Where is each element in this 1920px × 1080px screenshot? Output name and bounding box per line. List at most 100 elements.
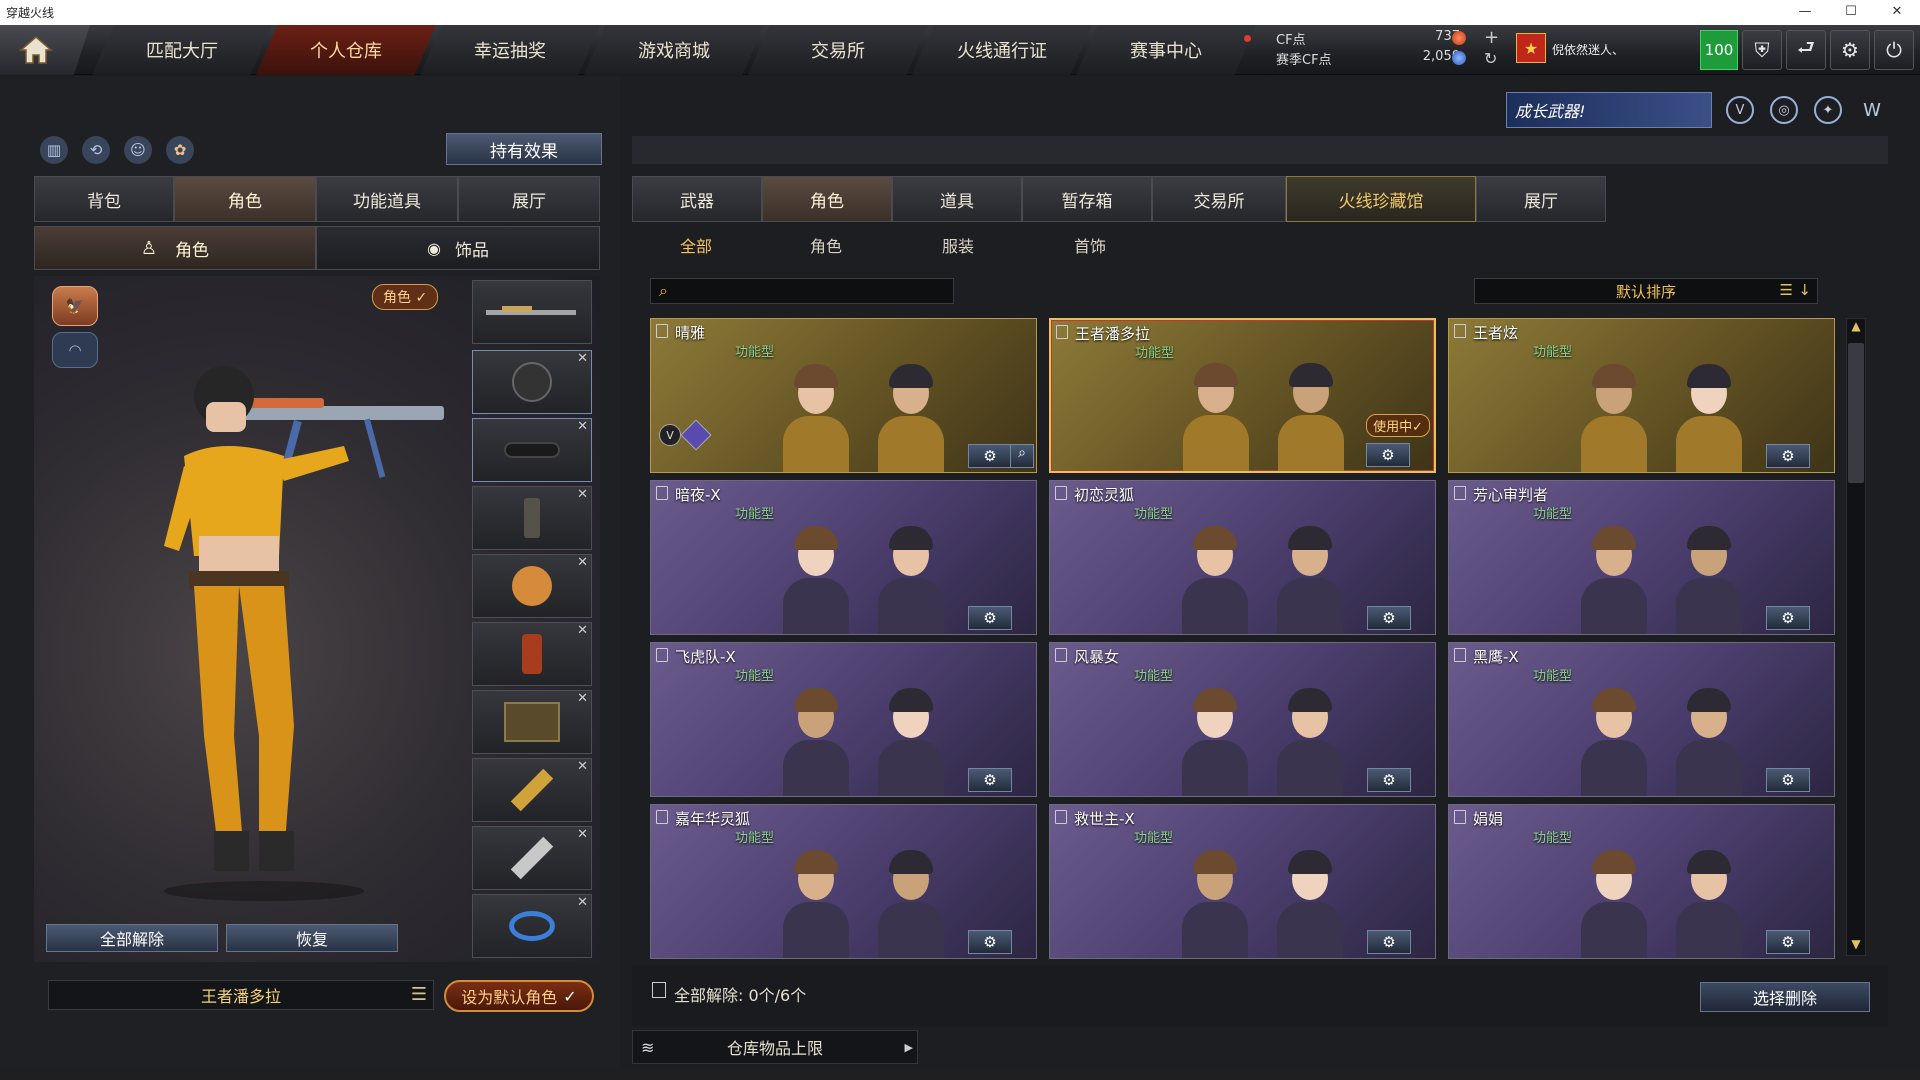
character-card[interactable]: 初恋灵狐 功能型 ⚙ (1049, 480, 1436, 635)
bookmark-icon[interactable] (656, 324, 668, 338)
faction-mask-icon[interactable]: ◠ (52, 332, 98, 368)
add-cf-icon[interactable]: + (1484, 27, 1499, 48)
tab-personal-storage[interactable]: 个人仓库 (256, 25, 436, 75)
bookmark-icon[interactable] (656, 486, 668, 500)
shield-icon[interactable]: ⛨ (1742, 30, 1782, 70)
customize-button[interactable]: ⚙ (1766, 606, 1810, 630)
close-icon[interactable]: ✕ (1874, 0, 1920, 25)
slot-primary-weapon[interactable] (472, 280, 592, 344)
w-logo-icon[interactable]: W (1858, 96, 1886, 124)
filter-outfit[interactable]: 服装 (908, 228, 1008, 262)
character-icon[interactable]: ☺ (124, 136, 152, 164)
customize-button[interactable]: ⚙ (968, 768, 1012, 792)
search-box[interactable]: ⌕ (650, 278, 954, 304)
customize-button[interactable]: ⚙ (1366, 443, 1410, 467)
customize-button[interactable]: ⚙ (1766, 444, 1810, 468)
subtab-character[interactable]: ♙ 角色 (34, 226, 316, 270)
tab-game-shop[interactable]: 游戏商城 (584, 25, 764, 75)
select-delete-button[interactable]: 选择删除 (1700, 982, 1870, 1012)
customize-button[interactable]: ⚙ (968, 444, 1012, 468)
faction-eagle-icon[interactable]: 🦅 (52, 286, 98, 326)
customize-button[interactable]: ⚙ (1367, 606, 1411, 630)
filter-role[interactable]: 角色 (776, 228, 876, 262)
history-icon[interactable]: ⟲ (82, 136, 110, 164)
power-icon[interactable]: ⏻ (1874, 30, 1914, 70)
tab-battle-pass[interactable]: 火线通行证 (912, 25, 1092, 75)
slot-bottle[interactable]: ✕ (472, 622, 592, 686)
bookmark-icon[interactable] (1454, 324, 1466, 338)
customize-button[interactable]: ⚙ (1766, 930, 1810, 954)
remove-icon[interactable]: ✕ (577, 487, 588, 502)
tab-lucky-draw[interactable]: 幸运抽奖 (420, 25, 600, 75)
character-card[interactable]: 暗夜-X 功能型 ⚙ (650, 480, 1037, 635)
restore-button[interactable]: 恢复 (226, 924, 398, 952)
tab-gallery[interactable]: 展厅 (458, 176, 600, 222)
remove-icon[interactable]: ✕ (577, 895, 588, 910)
tab-showroom[interactable]: 展厅 (1476, 176, 1606, 222)
tab-match-hall[interactable]: 匹配大厅 (92, 25, 272, 75)
character-card[interactable]: 风暴女 功能型 ⚙ (1049, 642, 1436, 797)
customize-button[interactable]: ⚙ (968, 930, 1012, 954)
pet-icon[interactable]: ✿ (166, 136, 194, 164)
globe-icon[interactable]: ◎ (1770, 96, 1798, 124)
customize-button[interactable]: ⚙ (1367, 768, 1411, 792)
unequip-all-button[interactable]: 全部解除 (46, 924, 218, 952)
set-default-character-button[interactable]: 设为默认角色 ✓ (444, 980, 594, 1012)
slot-radio[interactable]: ✕ (472, 486, 592, 550)
back-icon[interactable]: ⮐ (1786, 30, 1826, 70)
tab-exchange[interactable]: 交易所 (748, 25, 928, 75)
filter-all[interactable]: 全部 (646, 228, 746, 262)
gear-icon[interactable]: ⚙ (1830, 30, 1870, 70)
character-card[interactable]: 晴雅 功能型 ⚙ ⌕ V (650, 318, 1037, 473)
slot-pouches[interactable]: ✕ (472, 690, 592, 754)
customize-button[interactable]: ⚙ (1367, 930, 1411, 954)
tab-items[interactable]: 道具 (892, 176, 1022, 222)
character-card[interactable]: 救世主-X 功能型 ⚙ (1049, 804, 1436, 959)
refresh-icon[interactable]: ↻ (1484, 49, 1497, 68)
slot-pet[interactable]: ✕ (472, 554, 592, 618)
storage-limit-bar[interactable]: ≋ 仓库物品上限 ▶ (632, 1030, 918, 1064)
sort-down-icon[interactable]: ↓ (1798, 281, 1811, 299)
tab-character[interactable]: 角色 (174, 176, 316, 222)
remove-icon[interactable]: ✕ (577, 691, 588, 706)
sort-dropdown[interactable]: 默认排序 ☰ ↓ (1474, 278, 1818, 304)
character-card[interactable]: 黑鹰-X 功能型 ⚙ (1448, 642, 1835, 797)
tab-roles[interactable]: 角色 (762, 176, 892, 222)
scroll-down-icon[interactable]: ▼ (1848, 937, 1864, 955)
tab-collection-hall[interactable]: 火线珍藏馆 (1286, 176, 1476, 222)
home-button[interactable] (0, 25, 90, 75)
scroll-thumb[interactable] (1848, 343, 1864, 483)
vip-icon[interactable]: V (1726, 96, 1754, 124)
remove-icon[interactable]: ✕ (577, 351, 588, 366)
customize-button[interactable]: ⚙ (1766, 768, 1810, 792)
scrollbar[interactable]: ▲ ▼ (1846, 318, 1866, 956)
emblem-icon[interactable]: ✦ (1814, 96, 1842, 124)
character-card[interactable]: 娟娟 功能型 ⚙ (1448, 804, 1835, 959)
minimize-icon[interactable]: — (1782, 0, 1828, 25)
bookmark-icon[interactable] (1454, 810, 1466, 824)
character-card[interactable]: 王者潘多拉 功能型 使用中✓ ⚙ (1049, 318, 1436, 473)
bookmark-icon[interactable] (1454, 486, 1466, 500)
tab-exchange-storage[interactable]: 交易所 (1152, 176, 1286, 222)
tab-weapons[interactable]: 武器 (632, 176, 762, 222)
remove-icon[interactable]: ✕ (577, 623, 588, 638)
filter-jewelry[interactable]: 首饰 (1040, 228, 1140, 262)
growth-weapon-banner[interactable]: 成长武器! (1506, 92, 1712, 128)
tab-backpack[interactable]: 背包 (34, 176, 174, 222)
list-icon[interactable]: ☰ (1780, 281, 1793, 299)
scroll-up-icon[interactable]: ▲ (1848, 319, 1864, 337)
slot-ring[interactable]: ✕ (472, 894, 592, 958)
bookmark-icon[interactable] (1055, 810, 1067, 824)
remove-icon[interactable]: ✕ (577, 759, 588, 774)
bookmark-icon[interactable] (1056, 325, 1068, 339)
search-input[interactable] (681, 281, 947, 301)
bookmark-icon[interactable] (1454, 648, 1466, 662)
stats-icon[interactable]: ▥ (40, 136, 68, 164)
subtab-accessory[interactable]: ◉ 饰品 (316, 226, 600, 270)
customize-button[interactable]: ⚙ (968, 606, 1012, 630)
slot-helmet[interactable]: ✕ (472, 350, 592, 414)
character-card[interactable]: 飞虎队-X 功能型 ⚙ (650, 642, 1037, 797)
maximize-icon[interactable]: ☐ (1828, 0, 1874, 25)
level-badge[interactable]: 100 (1700, 30, 1738, 70)
bookmark-icon[interactable] (656, 648, 668, 662)
